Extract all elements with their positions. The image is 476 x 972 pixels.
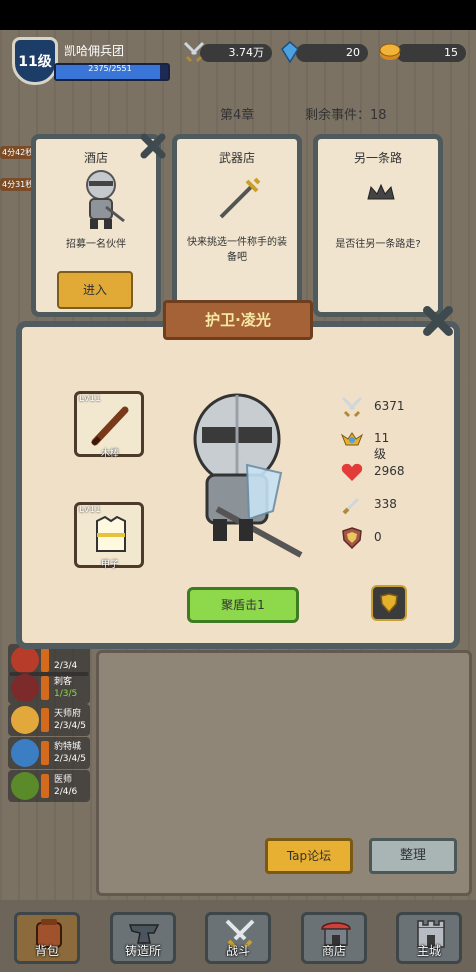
list-item-name: 天师府 (54, 709, 82, 719)
list-item-name: 医师 (54, 775, 73, 785)
gem-value: 20 (346, 46, 360, 59)
team-name: 凯哈佣兵团 (64, 44, 125, 58)
level-bar (41, 648, 49, 672)
character-modal: Lv11 木棒 Lv11 甲子 6371 11级 2968 338 0 聚盾击1 (16, 321, 460, 649)
power-value: 3.74万 (228, 46, 265, 59)
shield-icon (380, 593, 398, 613)
guardian-knight-portrait (193, 393, 303, 558)
level-bar (41, 774, 49, 798)
knight-icon (86, 170, 125, 229)
avatar (11, 706, 39, 734)
nav-forge[interactable]: 铸造所 (110, 912, 176, 964)
stat-power-value: 6371 (374, 399, 405, 413)
enter-button[interactable]: 进入 (57, 271, 133, 309)
card-tavern[interactable]: 酒店 招募一名伙伴 进入 (31, 134, 161, 317)
heart-icon (341, 463, 363, 481)
crossed-swords-icon (183, 41, 205, 63)
armor-icon (96, 515, 126, 552)
player-level-badge[interactable]: 11级 (12, 37, 58, 85)
sort-button[interactable]: 整理 (369, 838, 457, 874)
sword-icon (342, 497, 360, 515)
list-item-count: 2/3/4/5 (54, 721, 87, 731)
game-screen: 11级 凯哈佣兵团 2375/2551 3.74万 20 15 第4章 剩余事件… (0, 0, 476, 972)
list-item[interactable]: 豹特城 2/3/4/5 (8, 737, 90, 769)
level-bar (41, 676, 49, 700)
crossed-swords-icon (341, 396, 363, 418)
stat-defense-value: 0 (374, 530, 382, 544)
power-counter: 3.74万 (183, 41, 272, 63)
nav-battle-label: 战斗 (225, 944, 250, 958)
coin-counter[interactable]: 15 (379, 43, 466, 62)
avatar (11, 739, 39, 767)
armor-slot[interactable]: Lv11 甲子 (74, 502, 144, 570)
timer-1: 4分42秒 (0, 146, 36, 159)
nav-backpack-label: 背包 (34, 944, 59, 958)
coin-icon (379, 43, 401, 60)
exp-text: 2375/2551 (88, 64, 132, 73)
card-weapon-shop-desc: 快来挑选一件称手的装备吧 (187, 237, 287, 263)
stat-level-value: 11级 (374, 431, 390, 461)
stat-hp-value: 2968 (374, 464, 405, 478)
list-item-count: 1/3/5 (54, 689, 78, 699)
weapon-slot[interactable]: Lv11 木棒 (74, 391, 144, 459)
nav-main-city[interactable]: 主城 (396, 912, 462, 964)
list-item-count: 2/3/4 (54, 661, 78, 671)
armor-level: Lv11 (79, 505, 101, 515)
stat-attack-value: 338 (374, 497, 397, 511)
list-item-name: 豹特城 (54, 742, 82, 752)
modal-title: 护卫·凌光 (163, 300, 313, 340)
list-item[interactable]: 天师府 2/3/4/5 (8, 704, 90, 736)
list-item[interactable]: 医师 2/4/6 (8, 770, 90, 802)
nav-forge-label: 铸造所 (124, 944, 161, 958)
card-tavern-desc: 招募一名伙伴 (66, 239, 126, 250)
list-item-count: 2/4/6 (54, 787, 78, 797)
shield-skill-button[interactable] (371, 585, 407, 621)
nav-shop[interactable]: 商店 (301, 912, 367, 964)
skill-button[interactable]: 聚盾击1 (187, 587, 299, 623)
weapon-level: Lv11 (79, 394, 101, 404)
close-icon[interactable] (420, 303, 456, 339)
armor-name: 甲子 (101, 560, 120, 570)
level-bar (41, 708, 49, 732)
coin-value: 15 (444, 46, 458, 59)
card-another-road-title: 另一条路 (353, 151, 402, 165)
club-icon (91, 406, 129, 446)
card-weapon-shop[interactable]: 武器店 快来挑选一件称手的装备吧 (172, 134, 302, 317)
nav-shop-label: 商店 (321, 944, 346, 958)
list-item-count: 2/3/4/5 (54, 754, 87, 764)
nav-main-city-label: 主城 (416, 944, 441, 958)
gem-icon (281, 41, 299, 64)
card-weapon-shop-title: 武器店 (218, 151, 255, 165)
chapter-title: 第4章 (220, 108, 255, 123)
weapon-name: 木棒 (101, 449, 120, 459)
avatar (11, 772, 39, 800)
crown-icon (367, 183, 395, 200)
winged-helmet-icon (340, 432, 364, 446)
sword-icon (219, 177, 261, 219)
gem-counter[interactable]: 20 (281, 41, 368, 64)
timer-2: 4分31秒 (0, 178, 36, 191)
card-another-road-desc: 是否往另一条路走? (335, 239, 421, 250)
avatar (11, 646, 39, 674)
avatar (11, 674, 39, 702)
close-icon[interactable] (138, 131, 168, 161)
level-bar (41, 741, 49, 765)
remaining-events: 剩余事件：18 (305, 108, 387, 123)
status-bar (0, 0, 476, 30)
nav-backpack[interactable]: 背包 (14, 912, 80, 964)
nav-battle[interactable]: 战斗 (205, 912, 271, 964)
list-item-name: 刺客 (54, 677, 73, 687)
list-item[interactable]: 刺客 1/3/5 (8, 672, 90, 704)
card-another-road[interactable]: 另一条路 是否往另一条路走? (313, 134, 443, 317)
tap-forum-button[interactable]: Tap论坛 (265, 838, 353, 874)
shield-icon (342, 527, 362, 550)
